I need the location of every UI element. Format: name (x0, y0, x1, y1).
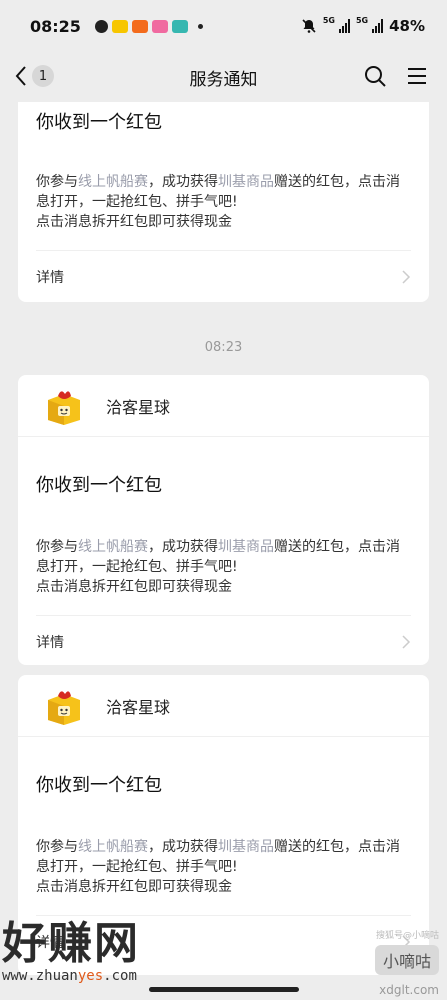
menu-icon[interactable] (405, 64, 429, 88)
notification-card[interactable]: 洽客星球 你收到一个红包 你参与线上帆船赛，成功获得圳基商品赠送的红包，点击消息… (18, 375, 429, 665)
sender-name: 洽客星球 (106, 397, 171, 417)
chevron-right-icon (402, 270, 411, 284)
taobao-icon (131, 19, 148, 33)
network-label-1: 5G (322, 16, 335, 25)
page-title: 服务通知 (189, 69, 258, 90)
notification-feed[interactable]: 你收到一个红包 你参与线上帆船赛，成功获得圳基商品赠送的红包，点击消息打开，一起… (0, 102, 447, 1000)
nav-bar: 1 服务通知 (0, 52, 447, 102)
chevron-right-icon (402, 635, 411, 649)
watermark-left: 好赚网 www.zhuanyes.com (2, 918, 140, 985)
activity-link[interactable]: 线上帆船赛 (78, 839, 148, 855)
watermark-tag: 搜狐号@小嘀咕 (375, 931, 439, 941)
mute-bell-icon (302, 19, 316, 33)
card-header: 洽客星球 (18, 675, 429, 737)
watermark-right: 搜狐号@小嘀咕 小嘀咕 xdglt.com (374, 928, 439, 997)
search-icon[interactable] (363, 64, 387, 88)
signal-icon-1 (338, 19, 350, 33)
status-bar: 08:25 5G 5G 48% (0, 0, 447, 52)
battery-level: 48% (389, 17, 425, 35)
status-time: 08:25 (30, 16, 81, 36)
sender-name: 洽客星球 (106, 697, 171, 717)
activity-link[interactable]: 线上帆船赛 (78, 539, 148, 555)
card-message: 你参与线上帆船赛，成功获得圳基商品赠送的红包，点击消息打开，一起抢红包、拼手气吧… (18, 537, 429, 597)
card-message-line2: 点击消息拆开红包即可获得现金 (36, 879, 232, 895)
shopping-icon (151, 19, 168, 33)
card-message: 你参与线上帆船赛，成功获得圳基商品赠送的红包，点击消息打开，一起抢红包、拼手气吧… (18, 172, 429, 232)
merchant-link[interactable]: 圳基商品 (218, 839, 274, 855)
details-link[interactable]: 详情 (18, 616, 429, 668)
merchant-link[interactable]: 圳基商品 (218, 539, 274, 555)
meituan-icon (111, 19, 128, 33)
qiake-star-logo-icon (48, 690, 80, 725)
notification-icons (94, 19, 203, 33)
qiake-star-logo-icon (48, 390, 80, 425)
details-label: 详情 (36, 270, 64, 286)
more-notifications-dot (197, 23, 203, 29)
card-message: 你参与线上帆船赛，成功获得圳基商品赠送的红包，点击消息打开，一起抢红包、拼手气吧… (18, 837, 429, 897)
unread-badge: 1 (32, 65, 54, 87)
activity-link[interactable]: 线上帆船赛 (78, 174, 148, 190)
card-title: 你收到一个红包 (36, 775, 162, 796)
back-button[interactable]: 1 (14, 65, 54, 87)
card-message-line2: 点击消息拆开红包即可获得现金 (36, 214, 232, 230)
watermark-brand: 小嘀咕 (374, 945, 439, 975)
details-link[interactable]: 详情 (18, 251, 429, 303)
home-indicator[interactable] (149, 987, 299, 992)
chevron-left-icon (15, 66, 26, 86)
watermark-site: xdglt.com (379, 983, 439, 997)
message-timestamp: 08:23 (204, 340, 243, 355)
qq-icon (94, 19, 108, 33)
notification-card[interactable]: 你收到一个红包 你参与线上帆船赛，成功获得圳基商品赠送的红包，点击消息打开，一起… (18, 102, 429, 302)
card-header: 洽客星球 (18, 375, 429, 437)
merchant-link[interactable]: 圳基商品 (218, 174, 274, 190)
network-label-2: 5G (355, 16, 369, 25)
card-message-line2: 点击消息拆开红包即可获得现金 (36, 579, 232, 595)
card-title: 你收到一个红包 (36, 112, 162, 133)
app-icon (171, 19, 188, 33)
watermark-title: 好赚网 (2, 918, 140, 969)
signal-icon-2 (372, 19, 384, 33)
watermark-url: www.zhuanyes.com (2, 968, 137, 984)
card-title: 你收到一个红包 (36, 475, 162, 496)
details-label: 详情 (36, 635, 64, 651)
